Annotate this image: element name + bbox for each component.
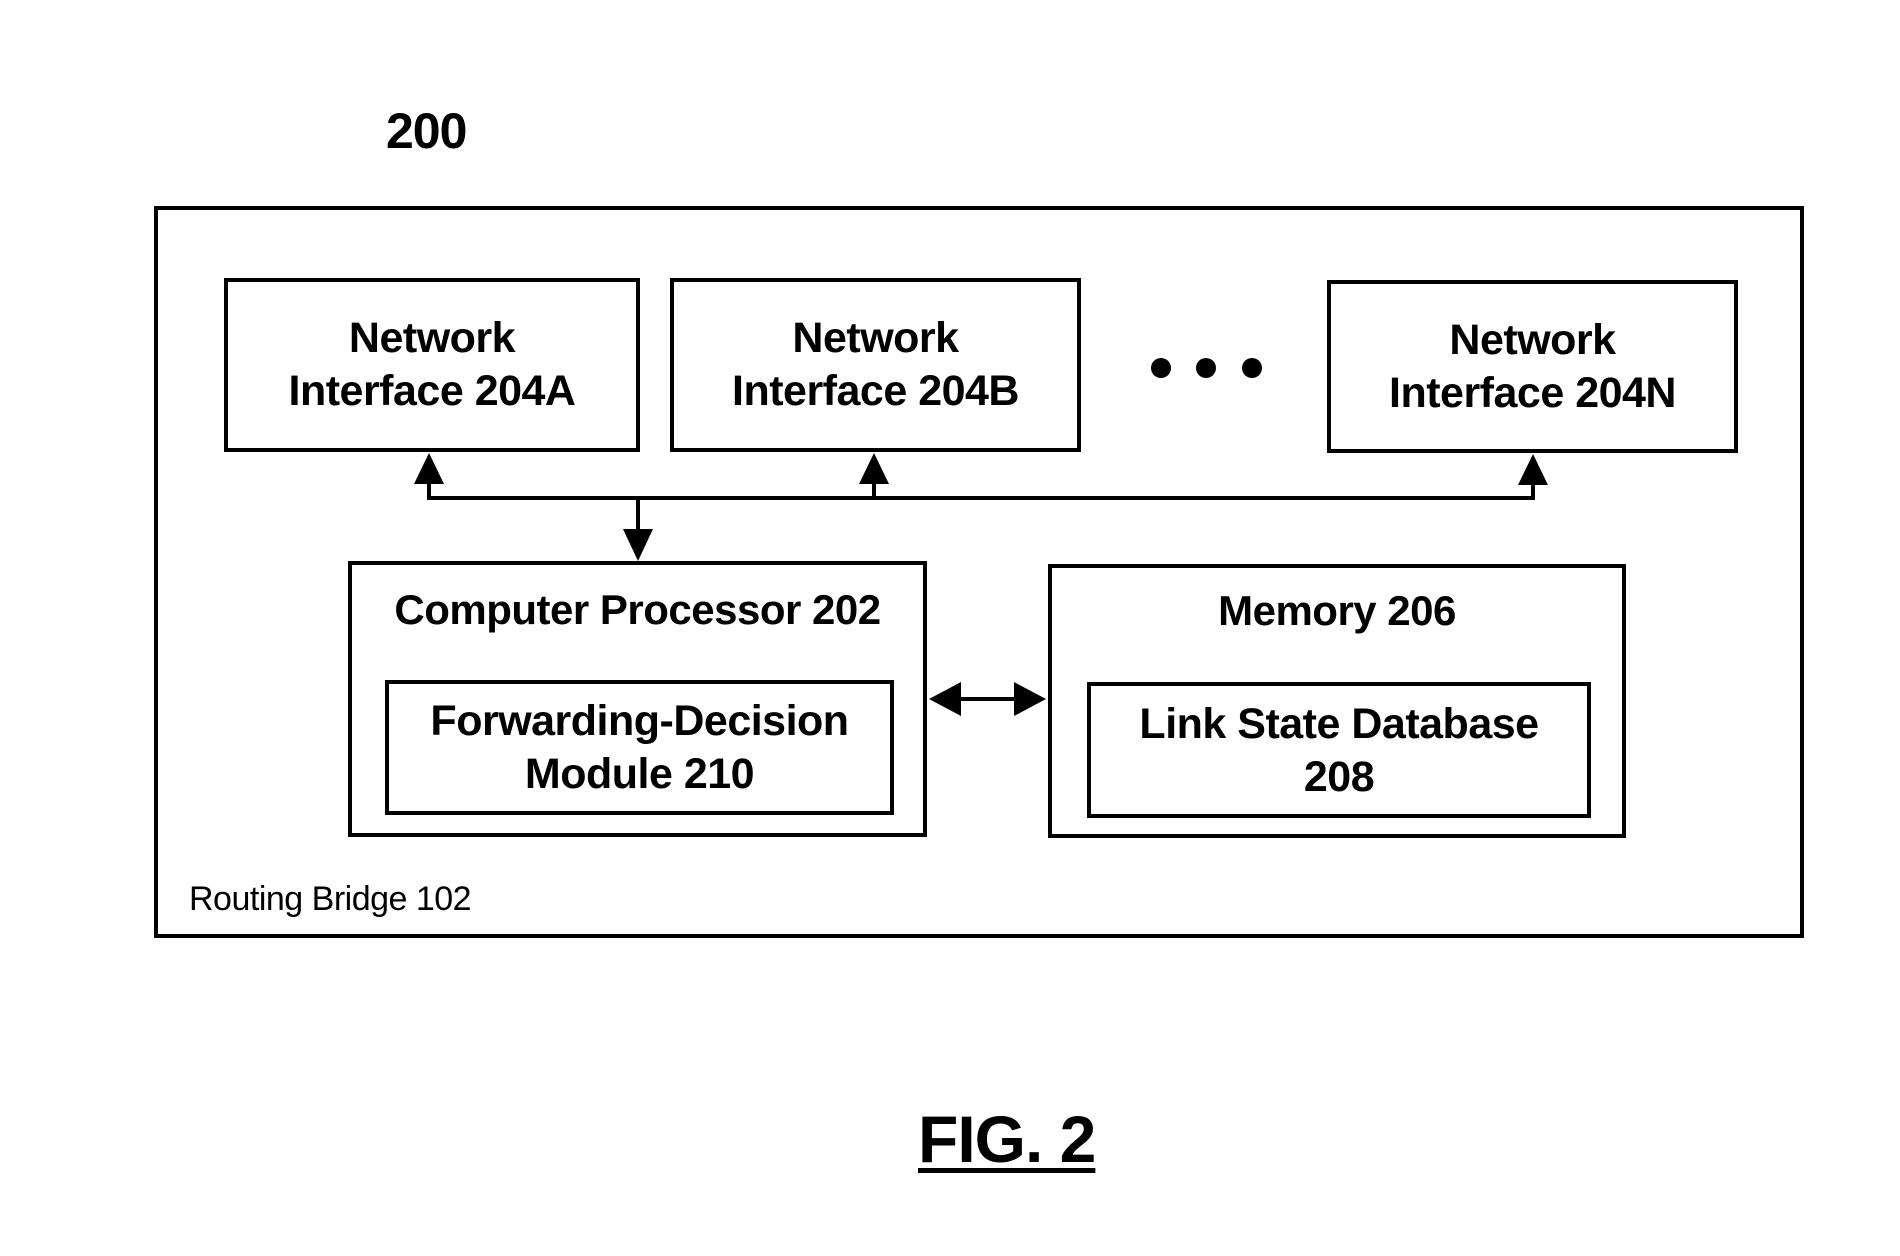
label-line-2: Interface 204B [732,367,1020,415]
network-interface-204a-label: Network Interface 204A [228,312,636,418]
network-interface-204b-box: Network Interface 204B [670,278,1081,452]
link-state-database-box: Link State Database 208 [1087,682,1591,818]
label-line-1: Network [348,314,516,362]
memory-title: Memory 206 [1218,587,1456,634]
forwarding-decision-module-label: Forwarding-Decision Module 210 [389,695,890,801]
label-line-2: Interface 204A [288,367,577,415]
label-line-1: Forwarding-Decision [430,697,849,745]
label-line-2: Module 210 [524,750,755,798]
network-interface-204n-box: Network Interface 204N [1327,280,1738,453]
network-interface-204a-box: Network Interface 204A [224,278,640,452]
label-line-1: Network [792,314,959,362]
computer-processor-title: Computer Processor 202 [394,586,881,633]
figure-reference-number: 200 [386,103,467,159]
forwarding-decision-module-box: Forwarding-Decision Module 210 [385,680,894,815]
network-interface-204b-label: Network Interface 204B [674,312,1077,418]
routing-bridge-label: Routing Bridge 102 [189,880,472,918]
figure-caption: FIG. 2 [918,1102,1096,1176]
label-line-2: Interface 204N [1389,369,1677,417]
link-state-database-label: Link State Database 208 [1091,698,1587,804]
label-line-1: Network [1449,316,1616,364]
label-line-2: 208 [1303,753,1375,801]
network-interface-204n-label: Network Interface 204N [1331,314,1734,420]
label-line-1: Link State Database [1139,700,1539,748]
